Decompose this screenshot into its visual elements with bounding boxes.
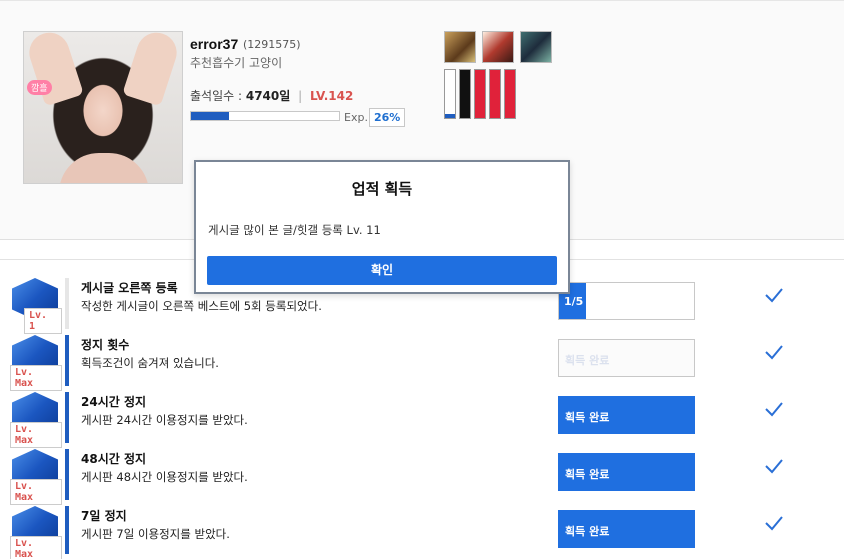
achievement-accent-bar [65,506,69,554]
check-icon [765,288,783,303]
badge-image-3[interactable] [520,31,552,63]
achievement-desc: 작성한 게시글이 오른쪽 베스트에 5회 등록되었다. [81,299,322,313]
user-title: 추천흡수기 고양이 [190,56,283,70]
exp-progress-bar [190,111,340,121]
achievement-cube-icon: Lv. Max [10,506,62,559]
achievement-level-tag: Lv. Max [10,536,62,559]
achievement-desc: 게시판 7일 이용정지를 받았다. [81,527,230,541]
achievement-status-text: 획득 완료 [565,525,610,538]
achievement-title: 48시간 정지 [81,452,147,466]
achievement-row: Lv. Max 48시간 정지 게시판 48시간 이용정지를 받았다. 획득 완… [0,449,844,506]
attendance-info: 출석일수 : 4740일 | LV.142 [190,87,353,104]
exp-progress-fill [191,112,230,120]
attendance-days: 4740일 [245,89,291,103]
achievement-title: 정지 횟수 [81,338,130,352]
achievement-desc: 획득조건이 숨겨져 있습니다. [81,356,219,370]
achievement-accent-bar [65,392,69,443]
achievement-desc: 게시판 48시간 이용정지를 받았다. [81,470,248,484]
achievement-progress-text: 1/5 [564,295,584,308]
rank-pillar-4 [489,69,501,119]
achievement-title: 게시글 오른쪽 등록 [81,281,178,295]
rank-pillar-1 [444,69,456,119]
achievement-modal: 업적 획득 게시글 많이 본 글/힛갤 등록 Lv. 11 확인 [194,160,570,294]
achievement-row: Lv. Max 24시간 정지 게시판 24시간 이용정지를 받았다. 획득 완… [0,392,844,449]
avatar-badge: 깜흘 [27,80,52,95]
achievement-title: 7일 정지 [81,509,127,523]
attendance-label: 출석일수 : [190,89,243,103]
achievement-accent-bar [65,449,69,500]
achievement-cube-icon: Lv. Max [10,335,62,391]
achievement-row: Lv. Max 정지 횟수 획득조건이 숨겨져 있습니다. 획득 완료 [0,335,844,392]
achievement-cube-icon: Lv. Max [10,449,62,505]
exp-percent: 26% [369,108,406,127]
achievement-cube-icon: Lv. 1 [10,278,62,334]
achievement-status: 획득 완료 [558,453,695,491]
achievement-level-tag: Lv. Max [10,479,62,505]
achievement-status: 획득 완료 [558,396,695,434]
exp-label: Exp. [344,111,368,124]
rank-pillar-2 [459,69,471,119]
achievement-row: Lv. Max 7일 정지 게시판 7일 이용정지를 받았다. 획득 완료 [0,506,844,559]
achievement-status-text: 획득 완료 [565,354,610,367]
check-icon [765,345,783,360]
achievement-status: 획득 완료 [558,339,695,377]
user-id: (1291575) [243,38,301,51]
user-level: LV.142 [310,89,354,103]
achievement-accent-bar [65,278,69,329]
achievement-level-tag: Lv. 1 [24,308,62,334]
separator: | [298,89,303,103]
check-icon [765,516,783,531]
achievement-accent-bar [65,335,69,386]
confirm-button[interactable]: 확인 [207,256,557,285]
achievement-level-tag: Lv. Max [10,365,62,391]
rank-pillar-3 [474,69,486,119]
achievement-cube-icon: Lv. Max [10,392,62,448]
achievement-status-text: 획득 완료 [565,468,610,481]
achievement-status-text: 획득 완료 [565,411,610,424]
check-icon [765,402,783,417]
avatar[interactable]: 깜흘 [23,31,183,184]
achievement-title: 24시간 정지 [81,395,147,409]
modal-title: 업적 획득 [351,180,413,198]
achievement-desc: 게시판 24시간 이용정지를 받았다. [81,413,248,427]
achievement-level-tag: Lv. Max [10,422,62,448]
achievement-progress: 1/5 [558,282,695,320]
username[interactable]: error37 [190,36,238,52]
modal-message: 게시글 많이 본 글/힛갤 등록 Lv. 11 [208,223,381,237]
check-icon [765,459,783,474]
badge-image-2[interactable] [482,31,514,63]
badge-image-1[interactable] [444,31,476,63]
rank-pillar-5 [504,69,516,119]
achievement-status: 획득 완료 [558,510,695,548]
